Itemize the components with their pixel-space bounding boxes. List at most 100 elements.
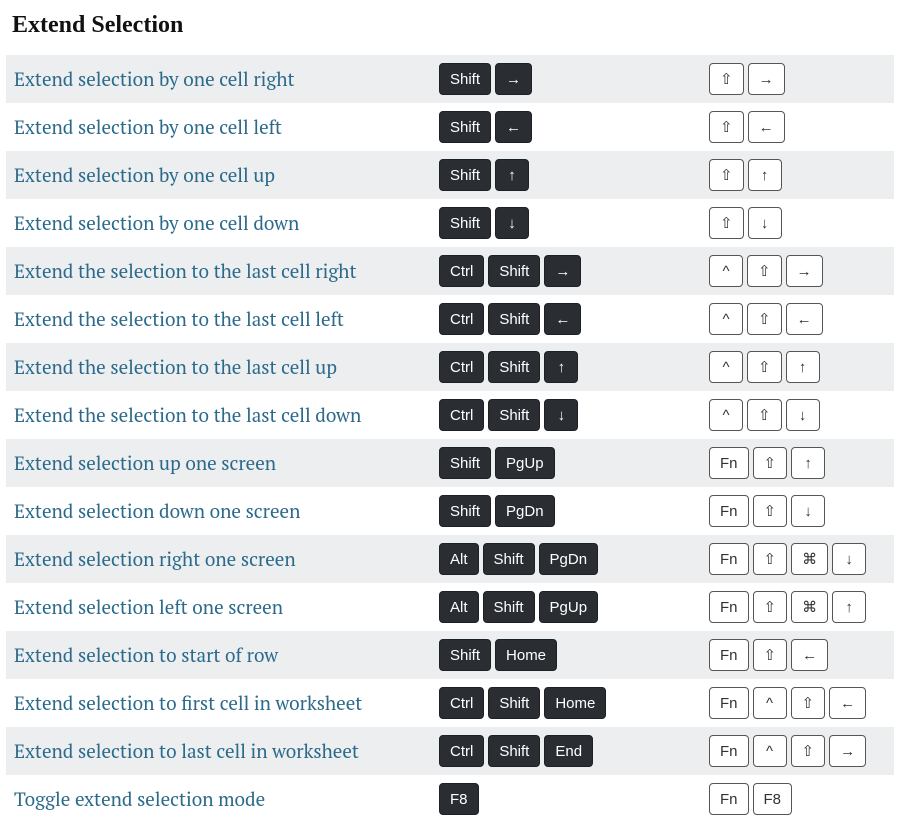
key-dark: PgDn (495, 495, 555, 527)
windows-keys: Shift↑ (439, 159, 709, 191)
key-light: ⇧ (709, 207, 744, 239)
key-dark: Shift (439, 111, 491, 143)
key-light: F8 (753, 783, 793, 815)
key-dark: Shift (439, 495, 491, 527)
key-light: ^ (709, 351, 743, 383)
key-light: → (786, 255, 823, 287)
key-dark: ↓ (495, 207, 529, 239)
mac-keys: Fn⇧↑ (709, 447, 886, 479)
key-light: Fn (709, 591, 749, 623)
key-light: ^ (709, 255, 743, 287)
shortcut-description[interactable]: Extend selection by one cell left (14, 115, 439, 140)
key-dark: Shift (488, 735, 540, 767)
key-light: ⇧ (791, 735, 826, 767)
mac-keys: ⇧↑ (709, 159, 886, 191)
key-light: ⇧ (753, 447, 788, 479)
key-dark: Ctrl (439, 687, 484, 719)
key-dark: Shift (439, 207, 491, 239)
shortcut-row: Extend selection down one screenShiftPgD… (6, 487, 894, 535)
windows-keys: ShiftPgDn (439, 495, 709, 527)
windows-keys: ShiftPgUp (439, 447, 709, 479)
key-light: ↓ (791, 495, 825, 527)
key-light: ⇧ (747, 399, 782, 431)
key-light: ← (748, 111, 785, 143)
windows-keys: CtrlShiftEnd (439, 735, 709, 767)
mac-keys: ^⇧← (709, 303, 886, 335)
mac-keys: Fn⇧⌘↓ (709, 543, 886, 575)
shortcut-row: Extend selection to start of rowShiftHom… (6, 631, 894, 679)
shortcut-description[interactable]: Extend selection by one cell up (14, 163, 439, 188)
key-dark: Shift (439, 159, 491, 191)
key-dark: → (544, 255, 581, 287)
key-dark: Shift (439, 447, 491, 479)
key-light: ⇧ (753, 543, 788, 575)
key-light: → (748, 63, 785, 95)
key-light: Fn (709, 687, 749, 719)
windows-keys: ShiftHome (439, 639, 709, 671)
key-dark: Ctrl (439, 303, 484, 335)
key-light: ↓ (786, 399, 820, 431)
shortcut-row: Extend selection to first cell in worksh… (6, 679, 894, 727)
key-dark: Shift (439, 639, 491, 671)
mac-keys: ^⇧↑ (709, 351, 886, 383)
key-light: ⇧ (753, 495, 788, 527)
key-light: ⇧ (747, 303, 782, 335)
key-light: Fn (709, 639, 749, 671)
mac-keys: Fn^⇧→ (709, 735, 886, 767)
shortcut-description[interactable]: Extend the selection to the last cell up (14, 355, 439, 380)
key-dark: Home (495, 639, 557, 671)
key-dark: Shift (483, 543, 535, 575)
mac-keys: ⇧← (709, 111, 886, 143)
windows-keys: Shift↓ (439, 207, 709, 239)
shortcut-description[interactable]: Extend selection by one cell down (14, 211, 439, 236)
key-light: ^ (753, 687, 787, 719)
key-light: Fn (709, 543, 749, 575)
shortcut-description[interactable]: Extend the selection to the last cell ri… (14, 259, 439, 284)
key-dark: End (544, 735, 593, 767)
shortcut-description[interactable]: Extend the selection to the last cell do… (14, 403, 439, 428)
key-dark: F8 (439, 783, 479, 815)
shortcut-description[interactable]: Extend selection down one screen (14, 499, 439, 524)
shortcut-row: Extend the selection to the last cell up… (6, 343, 894, 391)
shortcut-description[interactable]: Extend selection up one screen (14, 451, 439, 476)
shortcut-row: Extend selection by one cell upShift↑⇧↑ (6, 151, 894, 199)
key-light: ⌘ (791, 543, 828, 575)
key-dark: PgDn (539, 543, 599, 575)
windows-keys: AltShiftPgUp (439, 591, 709, 623)
shortcut-row: Extend the selection to the last cell le… (6, 295, 894, 343)
key-dark: Alt (439, 591, 479, 623)
key-light: ↑ (748, 159, 782, 191)
key-dark: ↓ (544, 399, 578, 431)
mac-keys: ⇧↓ (709, 207, 886, 239)
key-light: ↑ (832, 591, 866, 623)
key-dark: Shift (488, 399, 540, 431)
shortcut-row: Extend the selection to the last cell ri… (6, 247, 894, 295)
shortcut-description[interactable]: Extend selection right one screen (14, 547, 439, 572)
shortcut-row: Extend the selection to the last cell do… (6, 391, 894, 439)
key-dark: ← (495, 111, 532, 143)
windows-keys: CtrlShiftHome (439, 687, 709, 719)
mac-keys: ^⇧→ (709, 255, 886, 287)
shortcut-description[interactable]: Extend selection left one screen (14, 595, 439, 620)
windows-keys: Shift→ (439, 63, 709, 95)
key-dark: PgUp (495, 447, 555, 479)
shortcut-row: Extend selection right one screenAltShif… (6, 535, 894, 583)
mac-keys: Fn⇧← (709, 639, 886, 671)
key-light: ↑ (791, 447, 825, 479)
key-dark: Shift (439, 63, 491, 95)
key-light: Fn (709, 735, 749, 767)
key-light: ↓ (748, 207, 782, 239)
shortcut-description[interactable]: Extend selection to last cell in workshe… (14, 739, 439, 764)
key-dark: Ctrl (439, 255, 484, 287)
shortcut-description[interactable]: Extend selection to start of row (14, 643, 439, 668)
key-light: Fn (709, 783, 749, 815)
key-dark: Ctrl (439, 351, 484, 383)
key-light: ^ (709, 399, 743, 431)
shortcut-description[interactable]: Toggle extend selection mode (14, 787, 439, 812)
key-dark: Alt (439, 543, 479, 575)
shortcut-description[interactable]: Extend selection to first cell in worksh… (14, 691, 439, 716)
mac-keys: ^⇧↓ (709, 399, 886, 431)
shortcut-description[interactable]: Extend the selection to the last cell le… (14, 307, 439, 332)
key-light: ⇧ (747, 351, 782, 383)
shortcut-description[interactable]: Extend selection by one cell right (14, 67, 439, 92)
